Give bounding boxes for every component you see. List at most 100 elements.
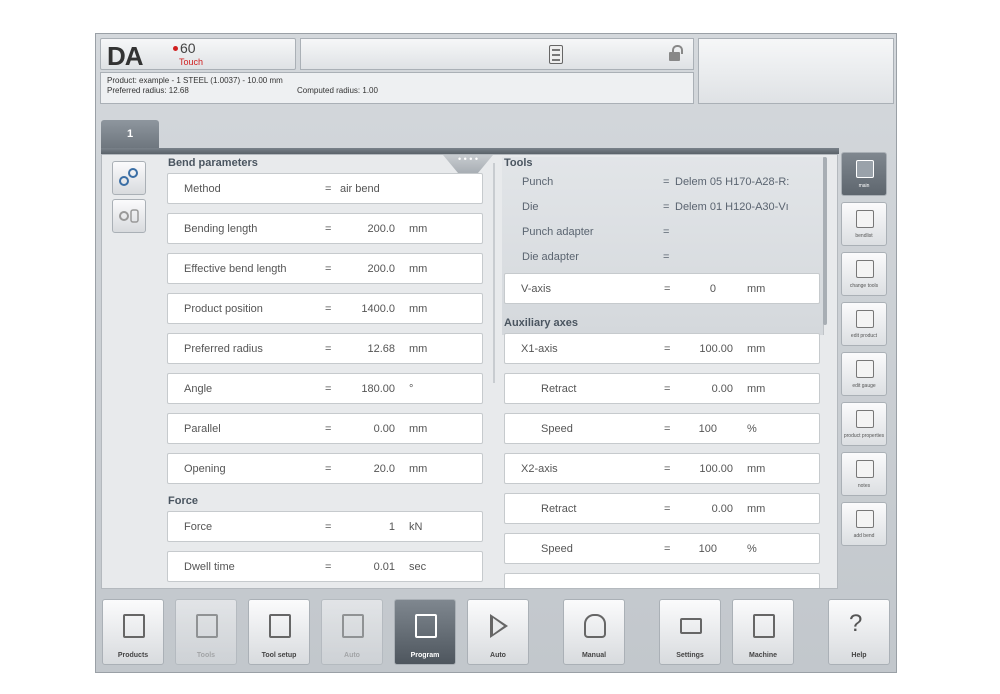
- sidebar-item-main[interactable]: main: [841, 152, 887, 196]
- axis-eq: =: [664, 463, 671, 475]
- axis-eq: =: [664, 503, 671, 515]
- axis-row-x2[interactable]: X2-axis = 100.00 mm: [504, 453, 820, 484]
- gear-icon: [119, 168, 138, 186]
- axis-unit: %: [747, 543, 757, 555]
- sidebar-item-edit-gauge[interactable]: edit gauge: [841, 352, 887, 396]
- param-unit: kN: [409, 521, 423, 533]
- preferred-radius: Preferred radius: 12.68: [107, 86, 189, 95]
- tool-value: Delem 01 H120-A30-Vı: [675, 201, 789, 213]
- sidebar-item-add-bend[interactable]: add bend: [841, 502, 887, 546]
- param-eq: =: [325, 463, 332, 475]
- param-label: Bending length: [184, 223, 258, 235]
- param-row-product-position[interactable]: Product position = 1400.0 mm: [167, 293, 483, 324]
- param-row-preferred-radius[interactable]: Preferred radius = 12.68 mm: [167, 333, 483, 364]
- tool-setup-button[interactable]: Tool setup: [248, 599, 310, 665]
- axis-eq: =: [664, 343, 671, 355]
- tools-icon: [856, 260, 874, 278]
- param-unit: mm: [409, 223, 428, 235]
- computed-radius: Computed radius: 1.00: [297, 86, 378, 95]
- param-eq: =: [325, 521, 332, 533]
- program-button[interactable]: Program: [394, 599, 456, 665]
- notes-icon: [856, 460, 874, 478]
- header: DA 60 Touch Product: example - 1 STEEL (…: [96, 34, 896, 106]
- tool-label: Punch adapter: [522, 226, 594, 238]
- tool-setup-icon: [269, 614, 291, 638]
- manual-button[interactable]: Manual: [563, 599, 625, 665]
- param-label: Method: [184, 183, 221, 195]
- logo-dot-icon: [173, 46, 178, 51]
- param-value: 0.00: [373, 423, 395, 435]
- param-row-bending-length[interactable]: Bending length = 200.0 mm: [167, 213, 483, 244]
- sidebar-item-edit-product[interactable]: edit product: [841, 302, 887, 346]
- toolbar-label: Manual: [581, 652, 607, 659]
- help-button[interactable]: ? Help: [828, 599, 890, 665]
- axis-value: 0.00: [711, 503, 733, 515]
- lock-icon[interactable]: [669, 45, 683, 61]
- play-icon: [490, 614, 508, 638]
- axis-row-v[interactable]: V-axis = 0 mm: [504, 273, 820, 304]
- properties-icon: [856, 410, 874, 428]
- param-value: 20.0: [373, 463, 395, 475]
- param-label: Preferred radius: [184, 343, 263, 355]
- axis-label: Retract: [541, 383, 577, 395]
- tools-icon: [196, 614, 218, 638]
- sidebar-item-notes[interactable]: notes: [841, 452, 887, 496]
- gauge-icon: [856, 360, 874, 378]
- param-row-method[interactable]: Method = air bend: [167, 173, 483, 204]
- toolbar-label: Settings: [676, 652, 704, 659]
- logo-brand: DA: [107, 41, 144, 71]
- axis-value: 100.00: [699, 343, 733, 355]
- param-value: 12.68: [367, 343, 395, 355]
- param-row-effective-length[interactable]: Effective bend length = 200.0 mm: [167, 253, 483, 284]
- calculator-icon[interactable]: [549, 45, 563, 64]
- param-row-angle[interactable]: Angle = 180.00 °: [167, 373, 483, 404]
- param-label: Dwell time: [184, 561, 235, 573]
- toolbar-label: Program: [410, 652, 440, 659]
- product-line: Product: example - 1 STEEL (1.0037) - 10…: [107, 76, 283, 85]
- products-button[interactable]: Products: [102, 599, 164, 665]
- tab-bend-1[interactable]: 1: [101, 120, 159, 148]
- axis-row-x2-speed[interactable]: Speed = 100%: [504, 533, 820, 564]
- param-eq: =: [325, 343, 332, 355]
- param-row-parallel[interactable]: Parallel = 0.00 mm: [167, 413, 483, 444]
- tools-button[interactable]: Tools: [175, 599, 237, 665]
- column-divider: [493, 163, 495, 383]
- sidebar-item-product-properties[interactable]: product properties: [841, 402, 887, 446]
- more-tab[interactable]: • • • •: [443, 155, 493, 173]
- sidebar-item-change-tools[interactable]: change tools: [841, 252, 887, 296]
- auto-button[interactable]: Auto: [467, 599, 529, 665]
- param-eq: =: [325, 303, 332, 315]
- param-unit: mm: [409, 343, 428, 355]
- param-unit: °: [409, 383, 414, 395]
- auto-icon: [342, 614, 364, 638]
- param-value: 1: [388, 521, 395, 533]
- axis-label: X2-axis: [521, 463, 558, 475]
- sidebar-item-label: change tools: [849, 283, 879, 289]
- tools-scrollbar[interactable]: [823, 157, 827, 325]
- axis-eq: =: [664, 423, 671, 435]
- bend-mode-button[interactable]: [112, 161, 146, 195]
- axis-row-x1-speed[interactable]: Speed = 100%: [504, 413, 820, 444]
- axis-row-partial[interactable]: [504, 573, 820, 588]
- param-row-opening[interactable]: Opening = 20.0 mm: [167, 453, 483, 484]
- axis-row-x1-retract[interactable]: Retract = 0.00 mm: [504, 373, 820, 404]
- sidebar-item-bendlist[interactable]: bendlist: [841, 202, 887, 246]
- gear-hand-button[interactable]: [112, 199, 146, 233]
- tools-title: Tools: [504, 157, 533, 169]
- machine-button[interactable]: Machine: [732, 599, 794, 665]
- program-icon: [415, 614, 437, 638]
- param-value: 200.0: [367, 263, 395, 275]
- param-row-force[interactable]: Force = 1 kN: [167, 511, 483, 542]
- param-unit: mm: [409, 263, 428, 275]
- sidebar-item-label: product properties: [843, 433, 885, 439]
- axis-row-x1[interactable]: X1-axis = 100.00 mm: [504, 333, 820, 364]
- param-value: air bend: [340, 183, 380, 195]
- axis-value: 100.00: [699, 463, 733, 475]
- param-row-dwell-time[interactable]: Dwell time = 0.01 sec: [167, 551, 483, 582]
- axis-unit: %: [747, 423, 757, 435]
- axis-row-x2-retract[interactable]: Retract = 0.00 mm: [504, 493, 820, 524]
- control-screen: DA 60 Touch Product: example - 1 STEEL (…: [95, 33, 897, 673]
- settings-button[interactable]: Settings: [659, 599, 721, 665]
- param-unit: mm: [409, 423, 428, 435]
- auto-disabled-button[interactable]: Auto: [321, 599, 383, 665]
